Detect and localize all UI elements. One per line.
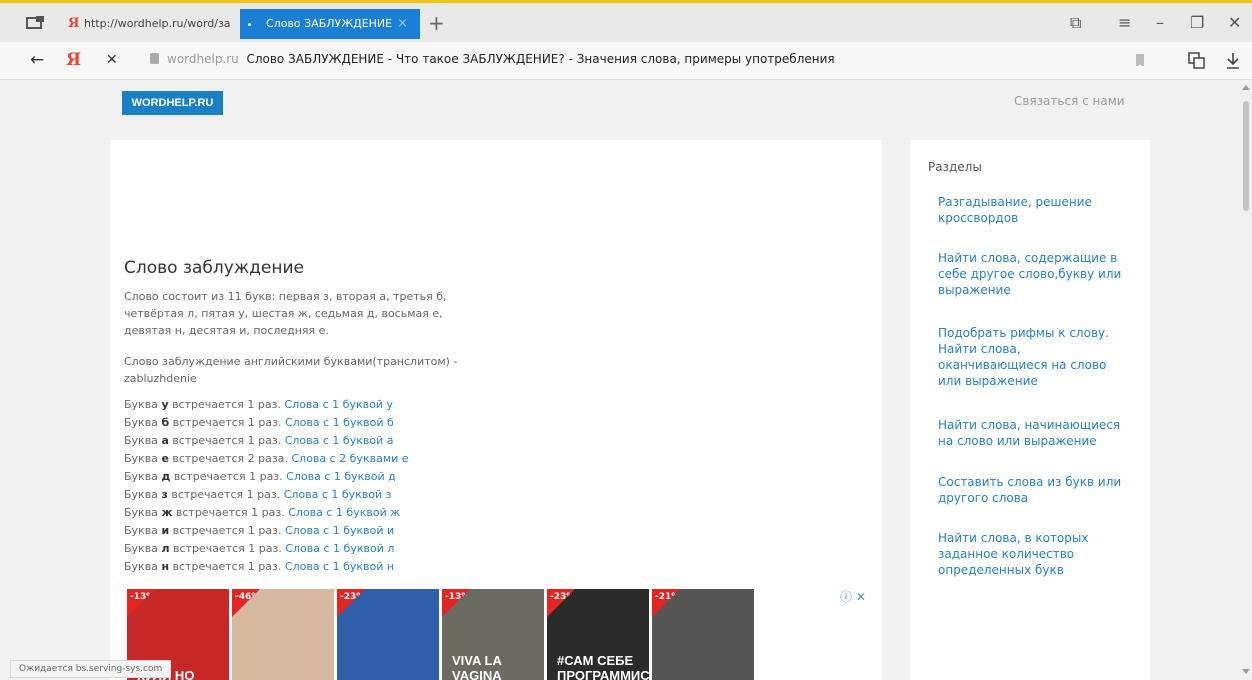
- ad-book[interactable]: -23% #САМ СЕБЕ ПРОГРАММИСТ: [547, 589, 649, 680]
- tab-wordhelp[interactable]: Я http://wordhelp.ru/word/за: [64, 9, 234, 39]
- sidebar-title: Разделы: [928, 160, 982, 174]
- protect-icon[interactable]: ⧉: [1070, 13, 1081, 33]
- lock-icon: [150, 53, 159, 64]
- discount-badge: -46%: [232, 589, 260, 617]
- sidebar-item-compose[interactable]: Составить слова из букв или другого слов…: [938, 474, 1128, 506]
- sidebar-item-contains[interactable]: Найти слова, содержащие в себе другое сл…: [938, 250, 1128, 298]
- book-cover-text: VIVA LA VAGINA: [452, 653, 502, 680]
- bookmark-icon[interactable]: [1136, 54, 1144, 67]
- letter-link[interactable]: Слова с 1 буквой д: [286, 470, 396, 483]
- menu-icon[interactable]: ≡: [1118, 13, 1131, 32]
- address-bar: ← Я ✕ wordhelp.ru Слово ЗАБЛУЖДЕНИЕ - Чт…: [0, 42, 1252, 80]
- scrollbar[interactable]: [1240, 81, 1252, 680]
- ad-book[interactable]: -46%: [232, 589, 334, 680]
- letter-link[interactable]: Слова с 1 буквой л: [285, 542, 394, 555]
- scroll-down-icon[interactable]: [1242, 669, 1250, 674]
- restore-button[interactable]: ❐: [1190, 13, 1204, 32]
- ad-book[interactable]: -21%: [652, 589, 754, 680]
- list-item: Буква и встречается 1 раз. Слова с 1 бук…: [124, 524, 395, 537]
- sidebar: Разделы Разгадывание, решение кроссвордо…: [910, 140, 1150, 680]
- tabs-panel-icon[interactable]: [26, 15, 46, 31]
- discount-badge: -13%: [127, 589, 155, 617]
- discount-badge: -13%: [442, 589, 470, 617]
- scroll-thumb[interactable]: [1243, 101, 1249, 211]
- list-item: Буква е встречается 2 раза. Слова с 2 бу…: [124, 452, 409, 465]
- minimize-button[interactable]: –: [1156, 13, 1164, 32]
- list-item: Буква д встречается 1 раз. Слова с 1 бук…: [124, 470, 396, 483]
- ad-info-icon[interactable]: ⓘ ✕: [840, 588, 866, 605]
- word-description: Слово состоит из 11 букв: первая з, втор…: [124, 290, 447, 337]
- url-field[interactable]: wordhelp.ru Слово ЗАБЛУЖДЕНИЕ - Что тако…: [150, 52, 835, 66]
- list-item: Буква н встречается 1 раз. Слова с 1 бук…: [124, 560, 395, 573]
- letter-link[interactable]: Слова с 1 буквой и: [285, 524, 394, 537]
- scroll-up-icon[interactable]: [1242, 85, 1250, 90]
- contact-link[interactable]: Связаться с нами: [1014, 94, 1125, 108]
- site-logo[interactable]: WORDHELP.RU: [122, 91, 223, 115]
- book-cover-text: #САМ СЕБЕ ПРОГРАММИСТ: [557, 653, 649, 680]
- letter-list: Буква у встречается 1 раз. Слова с 1 бук…: [124, 396, 409, 576]
- download-icon[interactable]: [1226, 52, 1240, 70]
- close-window-button[interactable]: ✕: [1228, 13, 1241, 32]
- loading-dot-icon: [248, 23, 251, 26]
- letter-link[interactable]: Слова с 1 буквой а: [285, 434, 394, 447]
- letter-link[interactable]: Слова с 1 буквой ж: [288, 506, 400, 519]
- list-item: Буква а встречается 1 раз. Слова с 1 бук…: [124, 434, 394, 447]
- web-page: WORDHELP.RU Связаться с нами Слово заблу…: [0, 81, 1240, 680]
- stop-button[interactable]: ✕: [106, 52, 118, 68]
- discount-badge: -23%: [547, 589, 575, 617]
- page-title: Слово заблуждение: [124, 258, 304, 278]
- tab-bar: Я http://wordhelp.ru/word/за Слово ЗАБЛУ…: [0, 0, 1252, 42]
- letter-link[interactable]: Слова с 1 буквой н: [285, 560, 394, 573]
- sidebar-item-crosswords[interactable]: Разгадывание, решение кроссвордов: [938, 194, 1128, 226]
- ad-book[interactable]: -13% VIVA LA VAGINA: [442, 589, 544, 680]
- yandex-icon: Я: [68, 16, 80, 31]
- list-item: Буква л встречается 1 раз. Слова с 1 бук…: [124, 542, 395, 555]
- discount-badge: -21%: [652, 589, 680, 617]
- letter-link[interactable]: Слова с 1 буквой у: [284, 398, 393, 411]
- letter-link[interactable]: Слова с 2 буквами е: [291, 452, 408, 465]
- sidebar-item-letter-count[interactable]: Найти слова, в которых заданное количест…: [938, 530, 1128, 578]
- sidebar-item-rhymes[interactable]: Подобрать рифмы к слову. Найти слова, ок…: [938, 325, 1128, 389]
- tab-active[interactable]: Слово ЗАБЛУЖДЕНИЕ ×: [240, 9, 420, 39]
- list-item: Буква ж встречается 1 раз. Слова с 1 бук…: [124, 506, 401, 519]
- new-tab-button[interactable]: +: [428, 13, 445, 33]
- translate-icon[interactable]: [1188, 52, 1206, 70]
- list-item: Буква у встречается 1 раз. Слова с 1 бук…: [124, 398, 393, 411]
- ad-banner[interactable]: -13%КУЛИ НО-46%-23%-13%VIVA LA VAGINA-23…: [127, 589, 755, 680]
- sidebar-item-starts-with[interactable]: Найти слова, начинающиеся на слово или в…: [938, 417, 1128, 449]
- status-bar: Ожидается bs.serving-sys.com: [10, 660, 172, 678]
- tab-close-icon[interactable]: ×: [397, 9, 408, 39]
- list-item: Буква б встречается 1 раз. Слова с 1 бук…: [124, 416, 394, 429]
- letter-link[interactable]: Слова с 1 буквой з: [284, 488, 392, 501]
- discount-badge: -23%: [337, 589, 365, 617]
- letter-link[interactable]: Слова с 1 буквой б: [285, 416, 394, 429]
- word-translit: Слово заблуждение английскими буквами(тр…: [124, 355, 458, 385]
- ad-book[interactable]: -23%: [337, 589, 439, 680]
- yandex-home-button[interactable]: Я: [66, 50, 81, 70]
- back-button[interactable]: ←: [30, 50, 44, 70]
- list-item: Буква з встречается 1 раз. Слова с 1 бук…: [124, 488, 392, 501]
- main-content: Слово заблуждение Слово состоит из 11 бу…: [110, 140, 882, 680]
